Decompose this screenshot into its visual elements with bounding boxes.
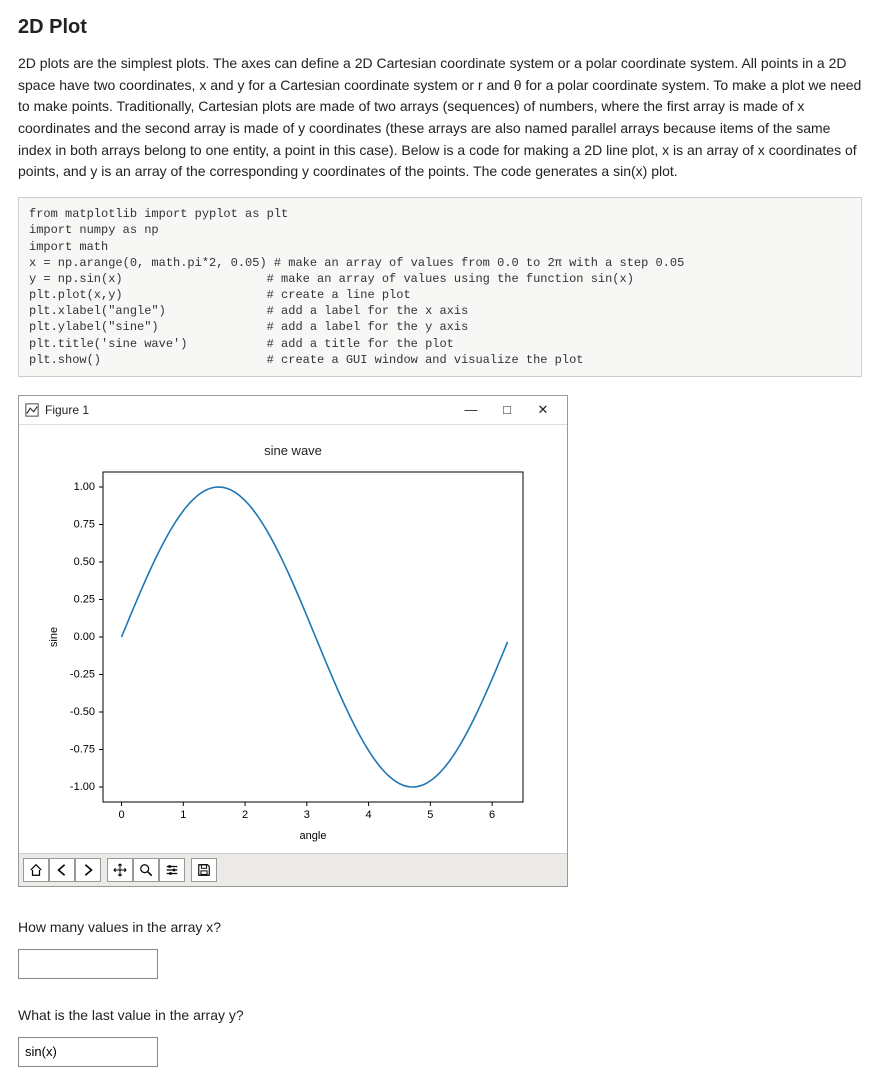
configure-button[interactable] [159, 858, 185, 882]
minimize-button[interactable]: — [453, 400, 489, 420]
page-title: 2D Plot [18, 12, 862, 43]
figure-toolbar [19, 853, 567, 886]
svg-text:5: 5 [427, 809, 433, 821]
svg-text:0.50: 0.50 [74, 556, 95, 568]
home-button[interactable] [23, 858, 49, 882]
plot-title: sine wave [39, 441, 547, 461]
line-chart: -1.00 -0.75 -0.50 -0.25 0.00 0.25 0.50 0.75 1.00… [43, 467, 543, 847]
plot-area: sine wave -1.00 -0.75 -0.50 -0.25 0.00 0.25 0.… [19, 425, 567, 853]
svg-text:2: 2 [242, 809, 248, 821]
figure-window-title: Figure 1 [45, 401, 89, 420]
figure-window: Figure 1 — □ ✕ sine wave -1.00 -0.75 -0.50… [18, 395, 568, 887]
question-2: What is the last value in the array y? [18, 1005, 862, 1027]
svg-text:angle: angle [300, 830, 327, 842]
svg-text:0.00: 0.00 [74, 631, 95, 643]
pan-button[interactable] [107, 858, 133, 882]
maximize-button[interactable]: □ [489, 400, 525, 420]
svg-text:1: 1 [180, 809, 186, 821]
question-1: How many values in the array x? [18, 917, 862, 939]
svg-text:-0.25: -0.25 [70, 669, 95, 681]
figure-icon [25, 403, 39, 417]
answer-input-1[interactable] [18, 949, 158, 979]
svg-text:6: 6 [489, 809, 495, 821]
zoom-button[interactable] [133, 858, 159, 882]
svg-text:0.75: 0.75 [74, 519, 95, 531]
svg-text:0: 0 [118, 809, 124, 821]
back-button[interactable] [49, 858, 75, 882]
svg-text:4: 4 [366, 809, 372, 821]
svg-text:-0.50: -0.50 [70, 706, 95, 718]
answer-input-2[interactable] [18, 1037, 158, 1067]
svg-text:3: 3 [304, 809, 310, 821]
forward-button[interactable] [75, 858, 101, 882]
close-button[interactable]: ✕ [525, 400, 561, 420]
figure-titlebar: Figure 1 — □ ✕ [19, 396, 567, 425]
svg-text:0.25: 0.25 [74, 594, 95, 606]
save-button[interactable] [191, 858, 217, 882]
svg-text:1.00: 1.00 [74, 481, 95, 493]
svg-text:-1.00: -1.00 [70, 781, 95, 793]
svg-text:sine: sine [48, 627, 60, 647]
code-sample: from matplotlib import pyplot as plt imp… [18, 197, 862, 377]
svg-text:-0.75: -0.75 [70, 744, 95, 756]
intro-paragraph: 2D plots are the simplest plots. The axe… [18, 53, 862, 183]
